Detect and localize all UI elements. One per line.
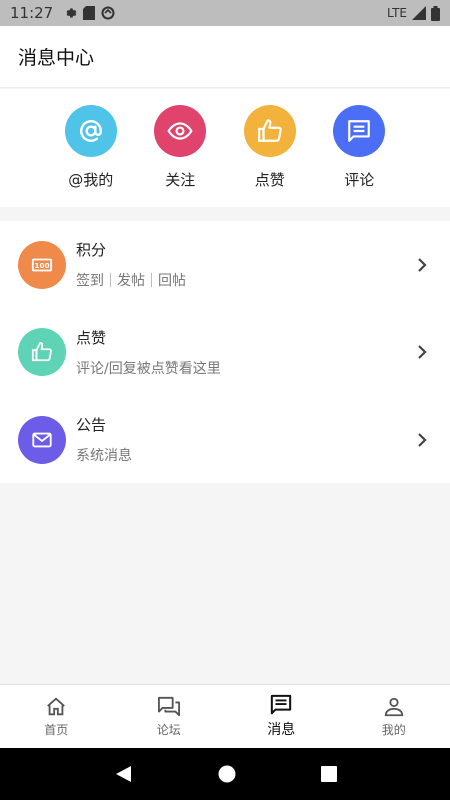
tab-label: 论坛	[156, 722, 181, 737]
sd-card-icon	[83, 6, 96, 20]
list-item-title: 点赞	[76, 328, 107, 347]
profile-icon	[384, 697, 403, 716]
tab-label: 我的	[381, 722, 406, 737]
quick-actions: @我的 关注 点赞 评论	[0, 89, 450, 207]
quick-action-comments[interactable]: 评论	[324, 89, 394, 207]
mail-icon	[32, 432, 52, 448]
system-nav-bar	[0, 748, 450, 800]
thumbs-up-icon-circle	[243, 105, 296, 157]
svg-text:100: 100	[34, 261, 49, 270]
tab-messages[interactable]: 消息	[225, 685, 338, 748]
sync-icon	[101, 6, 115, 20]
divider	[151, 273, 152, 288]
quick-action-label: @我的	[68, 171, 114, 189]
list-item-subtitle: 系统消息	[76, 448, 132, 465]
home-button-icon[interactable]	[218, 765, 236, 783]
quick-action-likes[interactable]: 点赞	[235, 89, 305, 207]
thumbs-up-icon	[31, 342, 52, 362]
tab-profile[interactable]: 我的	[338, 685, 450, 748]
recents-icon[interactable]	[321, 766, 338, 782]
points-icon: 100	[31, 258, 53, 272]
comment-icon	[348, 120, 371, 142]
comment-icon-circle	[333, 105, 386, 157]
eye-icon-circle	[154, 105, 207, 157]
back-icon[interactable]	[113, 764, 133, 784]
app-header: 消息中心	[0, 26, 450, 88]
thumbs-up-icon-badge	[18, 328, 66, 377]
quick-action-label: 关注	[165, 171, 196, 189]
message-icon	[271, 694, 292, 715]
sub-link-post: 发帖	[117, 273, 145, 290]
network-type: LTE	[387, 6, 407, 20]
list-item-announcements[interactable]: 公告 系统消息	[0, 396, 450, 484]
list-item-title: 公告	[76, 416, 107, 435]
tab-home[interactable]: 首页	[0, 685, 113, 748]
forum-icon	[157, 696, 180, 716]
quick-action-follow[interactable]: 关注	[145, 89, 215, 207]
tab-forum[interactable]: 论坛	[113, 685, 226, 748]
sub-link-checkin: 签到	[76, 273, 104, 290]
settings-icon	[66, 8, 77, 18]
list-item-subtitle: 评论/回复被点赞看这里	[76, 360, 221, 377]
page-title: 消息中心	[18, 47, 95, 69]
status-bar: 11:27 LTE	[0, 0, 450, 26]
eye-icon	[167, 122, 193, 140]
list-item-points[interactable]: 100 积分 签到 发帖 回帖	[0, 221, 450, 309]
sub-link-reply: 回帖	[158, 273, 186, 290]
quick-action-label: 评论	[344, 171, 375, 189]
list-item-title: 积分	[76, 241, 107, 260]
quick-action-label: 点赞	[254, 171, 285, 189]
chevron-right-icon	[412, 255, 432, 275]
signal-icon	[412, 6, 426, 20]
message-list: 100 积分 签到 发帖 回帖 点赞 评论/回复被点赞看这里 公告 系统消息	[0, 221, 450, 483]
status-time: 11:27	[10, 4, 54, 22]
at-icon-circle	[64, 105, 117, 157]
list-item-likes[interactable]: 点赞 评论/回复被点赞看这里	[0, 309, 450, 397]
quick-action-mentions[interactable]: @我的	[56, 89, 126, 207]
chevron-right-icon	[412, 342, 432, 362]
thumbs-up-icon	[257, 119, 282, 142]
points-icon-badge: 100	[18, 240, 66, 289]
at-icon	[79, 120, 102, 142]
tab-label: 首页	[44, 722, 69, 737]
list-item-subtitle: 签到 发帖 回帖	[76, 270, 412, 290]
chevron-right-icon	[412, 430, 432, 450]
mail-icon-badge	[18, 415, 66, 464]
divider	[110, 273, 111, 288]
tab-label: 消息	[267, 722, 296, 738]
bottom-tab-bar: 首页 论坛 消息 我的	[0, 684, 450, 748]
battery-icon	[431, 5, 440, 21]
home-icon	[47, 697, 66, 715]
